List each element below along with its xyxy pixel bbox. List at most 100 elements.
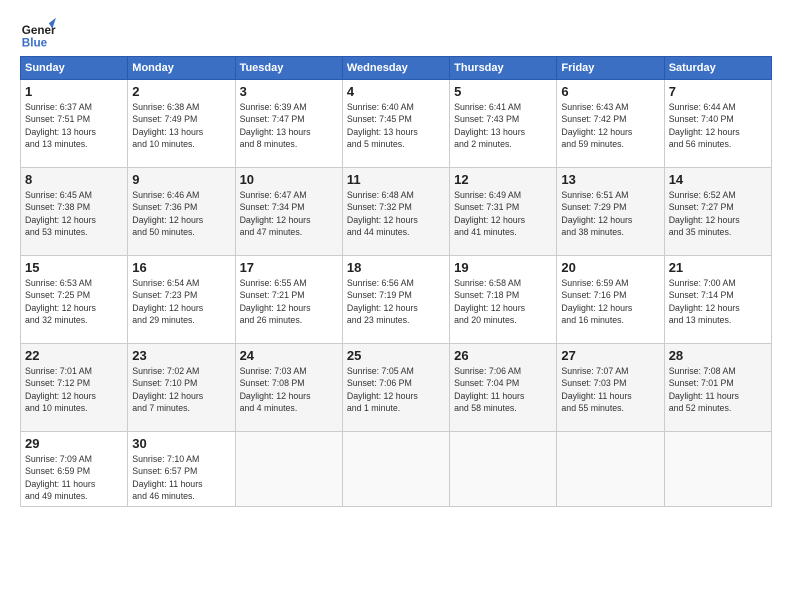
calendar-cell: 28 Sunrise: 7:08 AMSunset: 7:01 PMDayligh… (664, 344, 771, 432)
calendar-cell: 6 Sunrise: 6:43 AMSunset: 7:42 PMDaylight… (557, 80, 664, 168)
day-detail: Sunrise: 6:48 AMSunset: 7:32 PMDaylight:… (347, 189, 445, 238)
day-detail: Sunrise: 7:01 AMSunset: 7:12 PMDaylight:… (25, 365, 123, 414)
calendar-table: SundayMondayTuesdayWednesdayThursdayFrid… (20, 56, 772, 507)
day-detail: Sunrise: 6:55 AMSunset: 7:21 PMDaylight:… (240, 277, 338, 326)
logo-icon: General Blue (20, 16, 56, 52)
day-number: 2 (132, 84, 230, 99)
day-detail: Sunrise: 6:54 AMSunset: 7:23 PMDaylight:… (132, 277, 230, 326)
calendar-cell (450, 432, 557, 507)
calendar-cell (664, 432, 771, 507)
day-detail: Sunrise: 6:53 AMSunset: 7:25 PMDaylight:… (25, 277, 123, 326)
day-detail: Sunrise: 7:08 AMSunset: 7:01 PMDaylight:… (669, 365, 767, 414)
day-detail: Sunrise: 6:39 AMSunset: 7:47 PMDaylight:… (240, 101, 338, 150)
day-detail: Sunrise: 7:06 AMSunset: 7:04 PMDaylight:… (454, 365, 552, 414)
day-detail: Sunrise: 6:59 AMSunset: 7:16 PMDaylight:… (561, 277, 659, 326)
day-detail: Sunrise: 6:45 AMSunset: 7:38 PMDaylight:… (25, 189, 123, 238)
calendar-cell: 5 Sunrise: 6:41 AMSunset: 7:43 PMDaylight… (450, 80, 557, 168)
day-detail: Sunrise: 6:43 AMSunset: 7:42 PMDaylight:… (561, 101, 659, 150)
day-number: 18 (347, 260, 445, 275)
calendar-cell: 24Sunrise: 7:03 AMSunset: 7:08 PMDayligh… (235, 344, 342, 432)
day-number: 9 (132, 172, 230, 187)
day-number: 17 (240, 260, 338, 275)
calendar-cell: 12 Sunrise: 6:49 AMSunset: 7:31 PMDayligh… (450, 168, 557, 256)
calendar-cell: 23 Sunrise: 7:02 AMSunset: 7:10 PMDayligh… (128, 344, 235, 432)
calendar-cell: 25 Sunrise: 7:05 AMSunset: 7:06 PMDayligh… (342, 344, 449, 432)
day-detail: Sunrise: 6:41 AMSunset: 7:43 PMDaylight:… (454, 101, 552, 150)
day-number: 23 (132, 348, 230, 363)
day-detail: Sunrise: 6:56 AMSunset: 7:19 PMDaylight:… (347, 277, 445, 326)
day-number: 26 (454, 348, 552, 363)
day-detail: Sunrise: 6:40 AMSunset: 7:45 PMDaylight:… (347, 101, 445, 150)
day-number: 16 (132, 260, 230, 275)
day-detail: Sunrise: 6:37 AMSunset: 7:51 PMDaylight:… (25, 101, 123, 150)
header: General Blue (20, 16, 772, 52)
day-number: 28 (669, 348, 767, 363)
calendar-cell: 7Sunrise: 6:44 AMSunset: 7:40 PMDaylight… (664, 80, 771, 168)
day-number: 27 (561, 348, 659, 363)
weekday-header-tuesday: Tuesday (235, 57, 342, 80)
day-detail: Sunrise: 7:00 AMSunset: 7:14 PMDaylight:… (669, 277, 767, 326)
day-number: 21 (669, 260, 767, 275)
day-detail: Sunrise: 6:46 AMSunset: 7:36 PMDaylight:… (132, 189, 230, 238)
day-detail: Sunrise: 7:05 AMSunset: 7:06 PMDaylight:… (347, 365, 445, 414)
weekday-header-wednesday: Wednesday (342, 57, 449, 80)
day-number: 7 (669, 84, 767, 99)
day-detail: Sunrise: 6:38 AMSunset: 7:49 PMDaylight:… (132, 101, 230, 150)
calendar-cell: 27 Sunrise: 7:07 AMSunset: 7:03 PMDayligh… (557, 344, 664, 432)
calendar-cell: 30 Sunrise: 7:10 AMSunset: 6:57 PMDayligh… (128, 432, 235, 507)
day-number: 3 (240, 84, 338, 99)
day-detail: Sunrise: 6:51 AMSunset: 7:29 PMDaylight:… (561, 189, 659, 238)
weekday-header-thursday: Thursday (450, 57, 557, 80)
weekday-header-sunday: Sunday (21, 57, 128, 80)
calendar-cell (235, 432, 342, 507)
calendar-cell: 20 Sunrise: 6:59 AMSunset: 7:16 PMDayligh… (557, 256, 664, 344)
day-number: 20 (561, 260, 659, 275)
day-detail: Sunrise: 7:10 AMSunset: 6:57 PMDaylight:… (132, 453, 230, 502)
day-number: 12 (454, 172, 552, 187)
calendar-cell: 22 Sunrise: 7:01 AMSunset: 7:12 PMDayligh… (21, 344, 128, 432)
day-number: 4 (347, 84, 445, 99)
day-number: 11 (347, 172, 445, 187)
calendar-cell: 29 Sunrise: 7:09 AMSunset: 6:59 PMDayligh… (21, 432, 128, 507)
day-number: 1 (25, 84, 123, 99)
calendar-cell: 8 Sunrise: 6:45 AMSunset: 7:38 PMDaylight… (21, 168, 128, 256)
day-number: 22 (25, 348, 123, 363)
calendar-cell: 14 Sunrise: 6:52 AMSunset: 7:27 PMDayligh… (664, 168, 771, 256)
logo: General Blue (20, 16, 56, 52)
calendar-cell: 11 Sunrise: 6:48 AMSunset: 7:32 PMDayligh… (342, 168, 449, 256)
weekday-header-saturday: Saturday (664, 57, 771, 80)
weekday-header-friday: Friday (557, 57, 664, 80)
day-number: 14 (669, 172, 767, 187)
day-detail: Sunrise: 7:02 AMSunset: 7:10 PMDaylight:… (132, 365, 230, 414)
calendar-cell: 2 Sunrise: 6:38 AMSunset: 7:49 PMDaylight… (128, 80, 235, 168)
calendar-cell (557, 432, 664, 507)
weekday-header-monday: Monday (128, 57, 235, 80)
calendar-cell: 3 Sunrise: 6:39 AMSunset: 7:47 PMDaylight… (235, 80, 342, 168)
calendar-cell: 1 Sunrise: 6:37 AMSunset: 7:51 PMDaylight… (21, 80, 128, 168)
calendar-cell: 21 Sunrise: 7:00 AMSunset: 7:14 PMDayligh… (664, 256, 771, 344)
calendar-cell: 9 Sunrise: 6:46 AMSunset: 7:36 PMDaylight… (128, 168, 235, 256)
calendar-cell: 17 Sunrise: 6:55 AMSunset: 7:21 PMDayligh… (235, 256, 342, 344)
day-number: 30 (132, 436, 230, 451)
calendar-cell: 15 Sunrise: 6:53 AMSunset: 7:25 PMDayligh… (21, 256, 128, 344)
day-number: 6 (561, 84, 659, 99)
day-number: 15 (25, 260, 123, 275)
calendar-cell: 19 Sunrise: 6:58 AMSunset: 7:18 PMDayligh… (450, 256, 557, 344)
calendar-cell: 10Sunrise: 6:47 AMSunset: 7:34 PMDayligh… (235, 168, 342, 256)
day-detail: Sunrise: 7:09 AMSunset: 6:59 PMDaylight:… (25, 453, 123, 502)
day-number: 29 (25, 436, 123, 451)
day-number: 8 (25, 172, 123, 187)
page-container: General Blue SundayMondayTuesdayWednesda… (0, 0, 792, 517)
day-number: 25 (347, 348, 445, 363)
day-number: 5 (454, 84, 552, 99)
calendar-cell (342, 432, 449, 507)
day-detail: Sunrise: 7:07 AMSunset: 7:03 PMDaylight:… (561, 365, 659, 414)
day-number: 19 (454, 260, 552, 275)
calendar-cell: 26 Sunrise: 7:06 AMSunset: 7:04 PMDayligh… (450, 344, 557, 432)
calendar-cell: 4 Sunrise: 6:40 AMSunset: 7:45 PMDaylight… (342, 80, 449, 168)
day-detail: Sunrise: 6:58 AMSunset: 7:18 PMDaylight:… (454, 277, 552, 326)
svg-text:Blue: Blue (22, 37, 48, 50)
day-detail: Sunrise: 6:52 AMSunset: 7:27 PMDaylight:… (669, 189, 767, 238)
day-detail: Sunrise: 6:49 AMSunset: 7:31 PMDaylight:… (454, 189, 552, 238)
day-detail: Sunrise: 6:47 AMSunset: 7:34 PMDaylight:… (240, 189, 338, 238)
